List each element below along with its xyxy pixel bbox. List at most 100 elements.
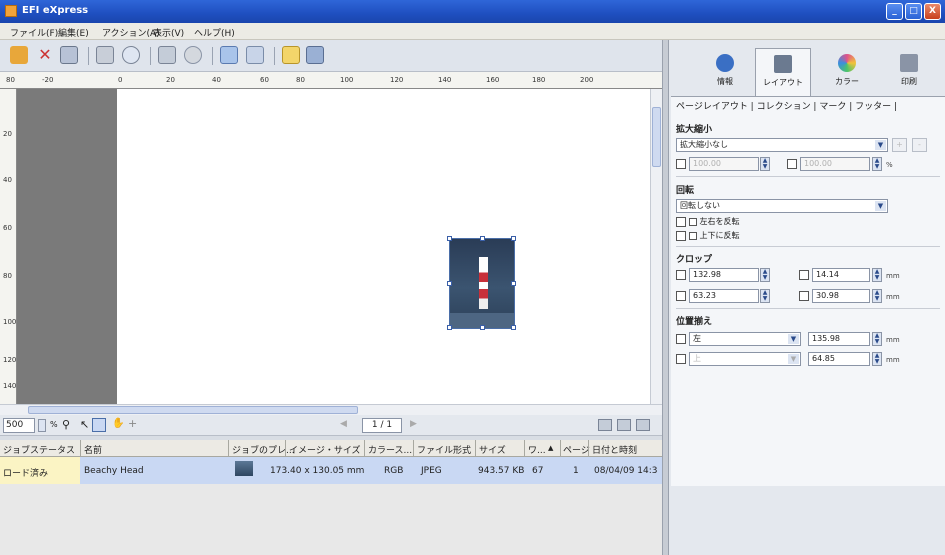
thumbnail-view-icon[interactable] bbox=[636, 419, 650, 431]
brush-icon[interactable] bbox=[306, 46, 324, 64]
chevron-down-icon: ▼ bbox=[788, 334, 799, 344]
crop-right-input[interactable]: 14.14 bbox=[812, 268, 870, 282]
ruler-tick: 200 bbox=[580, 76, 594, 84]
add-icon[interactable]: + bbox=[128, 417, 137, 430]
layout-subtabs[interactable]: ページレイアウト | コレクション | マーク | フッター | bbox=[676, 99, 897, 112]
hand-icon[interactable]: ✋ bbox=[112, 418, 124, 429]
scale-select[interactable]: 拡大縮小なし ▼ bbox=[676, 138, 888, 152]
job-pages: 1 bbox=[573, 466, 579, 476]
menu-view[interactable]: 表示(V) bbox=[153, 26, 184, 39]
crop-top-input[interactable]: 63.23 bbox=[689, 289, 759, 303]
rotate-select[interactable]: 回転しない ▼ bbox=[676, 199, 888, 213]
column-header[interactable]: イメージ・サイズ bbox=[289, 443, 361, 456]
pointer-icon[interactable]: ↖ bbox=[80, 418, 89, 431]
column-header[interactable]: ページ bbox=[563, 443, 590, 456]
height-stepper[interactable]: ▲ ▼ bbox=[872, 157, 882, 171]
column-header[interactable]: 名前 bbox=[84, 443, 102, 456]
ruler-tick: -20 bbox=[42, 76, 54, 84]
column-header[interactable]: 日付と時刻 bbox=[592, 443, 637, 456]
menu-file[interactable]: ファイル(F) bbox=[10, 26, 58, 39]
height-icon bbox=[787, 159, 797, 169]
info-icon bbox=[716, 54, 734, 72]
delete-icon[interactable]: ✕ bbox=[36, 46, 54, 64]
scroll-thumb[interactable] bbox=[28, 406, 358, 414]
app-icon bbox=[5, 5, 17, 17]
close-button[interactable]: X bbox=[924, 3, 941, 20]
zoom-icon[interactable]: ⚲ bbox=[62, 418, 70, 431]
edit-icon[interactable] bbox=[282, 46, 300, 64]
align-h-select[interactable]: 左 ▼ bbox=[689, 332, 801, 346]
position-v-stepper[interactable]: ▲ ▼ bbox=[872, 352, 882, 366]
column-header[interactable]: ワ... bbox=[528, 443, 546, 456]
column-header[interactable]: カラース... bbox=[368, 443, 412, 456]
horizontal-scrollbar[interactable] bbox=[0, 404, 662, 415]
rotate-select-value: 回転しない bbox=[680, 201, 720, 210]
tab-info[interactable]: 情報 bbox=[697, 48, 753, 96]
column-header[interactable]: ジョブステータス bbox=[3, 443, 75, 456]
vertical-scrollbar[interactable] bbox=[650, 89, 662, 404]
flip-vertical-checkbox[interactable]: 上下に反転 bbox=[676, 230, 740, 241]
ruler-tick: 120 bbox=[3, 356, 17, 364]
crop-right-stepper[interactable]: ▲ ▼ bbox=[872, 268, 882, 282]
position-unit: mm bbox=[886, 336, 900, 344]
page-indicator[interactable]: 1 / 1 bbox=[362, 418, 402, 433]
menu-action[interactable]: アクション(A) bbox=[102, 26, 160, 39]
crop-top-stepper[interactable]: ▲ ▼ bbox=[760, 289, 770, 303]
fit-page-icon[interactable] bbox=[598, 419, 612, 431]
ruler-tick: 40 bbox=[212, 76, 221, 84]
printer-icon bbox=[900, 54, 918, 72]
pdf-icon[interactable] bbox=[158, 46, 176, 64]
open-folder-icon[interactable] bbox=[10, 46, 28, 64]
horizontal-ruler: 80 -20 0 20 40 60 80 100 120 140 160 180… bbox=[0, 72, 662, 89]
prev-page-icon[interactable]: ◀ bbox=[340, 419, 347, 429]
chevron-down-icon: ▼ bbox=[875, 201, 886, 211]
window-icon[interactable] bbox=[246, 46, 264, 64]
scroll-thumb[interactable] bbox=[652, 107, 661, 167]
ruler-tick: 160 bbox=[486, 76, 500, 84]
save-icon[interactable] bbox=[60, 46, 78, 64]
print-icon[interactable] bbox=[96, 46, 114, 64]
scale-title: 拡大縮小 bbox=[676, 125, 713, 135]
position-h-stepper[interactable]: ▲ ▼ bbox=[872, 332, 882, 346]
tab-layout[interactable]: レイアウト bbox=[755, 48, 811, 96]
flip-horizontal-checkbox[interactable]: 左右を反転 bbox=[676, 216, 740, 227]
align-v-select[interactable]: 上 ▼ bbox=[689, 352, 801, 366]
mail-icon[interactable] bbox=[184, 46, 202, 64]
crop-tool-icon[interactable] bbox=[92, 418, 106, 432]
tab-label: カラー bbox=[835, 77, 859, 86]
scale-height-input[interactable]: 100.00 bbox=[800, 157, 870, 171]
toolbar: ✕ bbox=[0, 40, 662, 72]
zoom-input[interactable]: 500 bbox=[3, 418, 35, 433]
table-row[interactable]: ロード済み Beachy Head 173.40 x 130.05 mm RGB… bbox=[0, 457, 662, 484]
tab-print[interactable]: 印刷 bbox=[881, 48, 937, 96]
preview-icon[interactable] bbox=[122, 46, 140, 64]
position-h-input[interactable]: 135.98 bbox=[808, 332, 870, 346]
crop-left-stepper[interactable]: ▲ ▼ bbox=[760, 268, 770, 282]
ruler-tick: 80 bbox=[6, 76, 15, 84]
width-stepper[interactable]: ▲ ▼ bbox=[760, 157, 770, 171]
fit-width-icon[interactable] bbox=[617, 419, 631, 431]
column-header[interactable]: サイズ bbox=[479, 443, 506, 456]
job-image[interactable] bbox=[447, 236, 516, 330]
crop-bottom-input[interactable]: 30.98 bbox=[812, 289, 870, 303]
import-icon[interactable] bbox=[220, 46, 238, 64]
crop-left-input[interactable]: 132.98 bbox=[689, 268, 759, 282]
maximize-button[interactable]: □ bbox=[905, 3, 922, 20]
panel-splitter[interactable] bbox=[662, 40, 669, 555]
menu-help[interactable]: ヘルプ(H) bbox=[194, 26, 235, 39]
scale-minus-button[interactable]: - bbox=[912, 138, 927, 152]
menu-edit[interactable]: 編集(E) bbox=[58, 26, 89, 39]
minimize-button[interactable]: _ bbox=[886, 3, 903, 20]
position-v-input[interactable]: 64.85 bbox=[808, 352, 870, 366]
tab-color[interactable]: カラー bbox=[819, 48, 875, 96]
page-canvas[interactable] bbox=[117, 89, 650, 404]
zoom-stepper[interactable] bbox=[38, 419, 46, 432]
sort-asc-icon: ▲ bbox=[548, 444, 554, 452]
column-header[interactable]: ファイル形式 bbox=[417, 443, 471, 456]
crop-bottom-stepper[interactable]: ▲ ▼ bbox=[872, 289, 882, 303]
job-w: 67 bbox=[532, 466, 544, 476]
scale-plus-button[interactable]: + bbox=[892, 138, 907, 152]
scale-width-input[interactable]: 100.00 bbox=[689, 157, 759, 171]
next-page-icon[interactable]: ▶ bbox=[410, 419, 417, 429]
flip-v-icon bbox=[676, 230, 686, 241]
